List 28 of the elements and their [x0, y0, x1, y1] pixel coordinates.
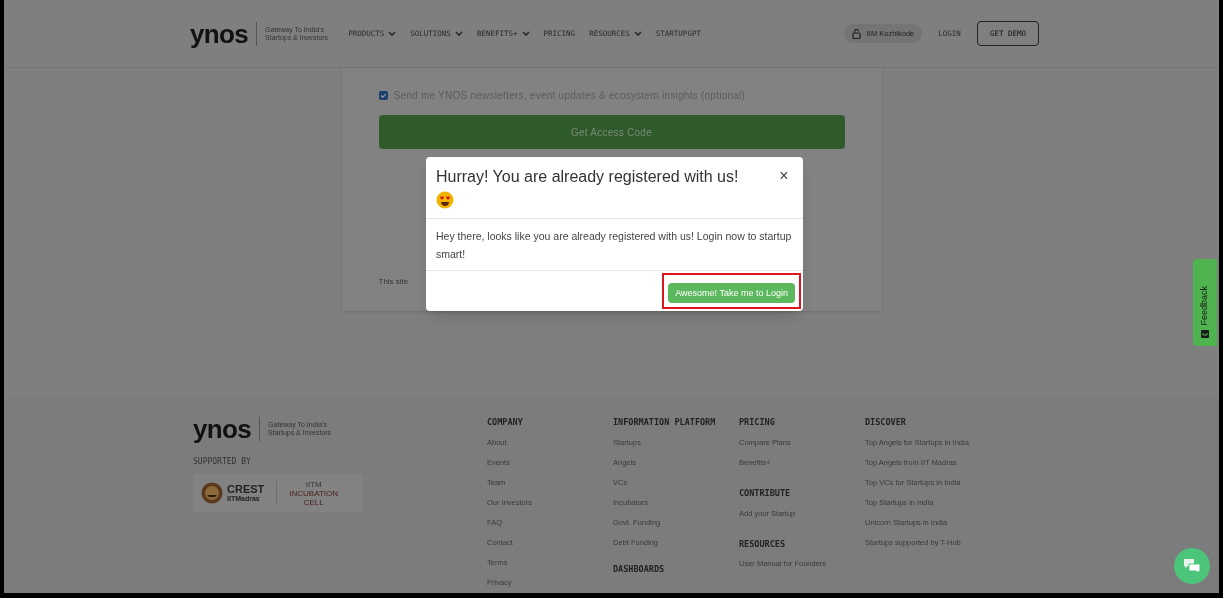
footer-heading: INFORMATION PLATFORM: [613, 416, 717, 429]
site-notice-text: This site: [378, 276, 410, 288]
feedback-tab[interactable]: Feedback: [1193, 259, 1217, 346]
footer-heading: PRICING: [739, 416, 776, 429]
footer-heading: COMPANY: [487, 416, 524, 429]
chevron-down-icon: [521, 30, 530, 37]
lamp-emblem-icon: [201, 482, 223, 504]
feedback-icon: [1201, 330, 1209, 338]
chevron-down-icon: [454, 30, 463, 37]
incubation-logo-text: IITM INCUBATION CELL: [289, 479, 339, 507]
chevron-down-icon: [388, 30, 397, 37]
footer-heading: RESOURCES: [739, 537, 787, 551]
chat-bubbles-icon: [1183, 558, 1201, 574]
lock-icon: [851, 28, 861, 39]
take-me-to-login-button[interactable]: Awesome! Take me to Login: [668, 283, 795, 304]
ynos-logo[interactable]: ynos: [193, 416, 252, 442]
modal-message: Hey there, looks like you are already registered with us! Login now to startup smart!: [436, 228, 793, 262]
supported-by-label: SUPPORTED BY: [193, 456, 252, 468]
get-access-code-button[interactable]: Get Access Code: [378, 115, 845, 149]
footer-heading: CONTRIBUTE: [739, 486, 792, 500]
footer-heading: DASHBOARDS: [613, 562, 666, 576]
checkbox[interactable]: [378, 91, 388, 100]
heart-eyes-emoji-icon: [436, 191, 454, 209]
chevron-down-icon: [633, 30, 642, 37]
footer-heading: DISCOVER: [865, 416, 907, 429]
close-button[interactable]: ×: [775, 167, 793, 185]
ynos-logo[interactable]: ynos: [190, 20, 249, 47]
modal-title: Hurray! You are already registered with us!: [436, 167, 739, 187]
